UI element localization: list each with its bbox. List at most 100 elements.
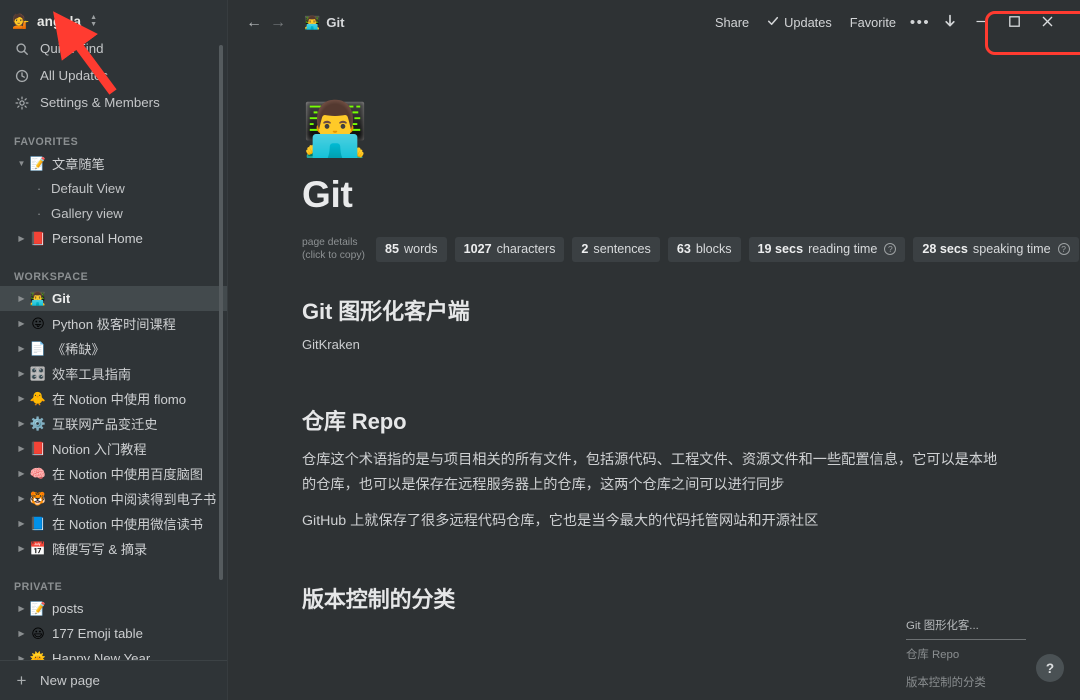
page-title[interactable]: Git (302, 174, 1002, 216)
page-emoji-icon: 📅 (29, 541, 47, 557)
toc-item[interactable]: 仓库 Repo (906, 640, 1026, 668)
close-icon (1041, 15, 1054, 31)
info-icon[interactable]: ? (884, 243, 896, 255)
arrow-left-icon: ← (246, 14, 262, 32)
favorite-label: Favorite (850, 15, 896, 30)
chevron-right-icon[interactable]: ▶ (14, 654, 29, 660)
page-emoji-icon: 📘 (29, 516, 47, 532)
chevron-right-icon[interactable]: ▶ (14, 519, 29, 528)
sidebar-view-item[interactable]: ·Gallery view (0, 201, 227, 226)
chevron-right-icon[interactable]: ▶ (14, 444, 29, 453)
sidebar-page-item[interactable]: ▶😛Python 极客时间课程 (0, 311, 227, 336)
sidebar-page-item[interactable]: ▶📝posts (0, 596, 227, 621)
chevron-down-icon[interactable]: ▼ (14, 159, 29, 168)
workspace-name: angola (37, 14, 81, 29)
chevron-right-icon[interactable]: ▶ (14, 344, 29, 353)
sidebar-item-settings-members[interactable]: Settings & Members (0, 89, 227, 116)
content-heading[interactable]: 版本控制的分类 (302, 582, 1002, 614)
chevron-updown-icon: ▲▼ (90, 15, 97, 28)
page-details-label-line2: (click to copy) (302, 249, 365, 262)
window-maximize-button[interactable] (998, 8, 1031, 38)
content-heading[interactable]: 仓库 Repo (302, 404, 1002, 436)
page-emoji-icon: 🧠 (29, 466, 47, 482)
content-paragraph[interactable]: 仓库这个术语指的是与项目相关的所有文件，包括源代码、工程文件、资源文件和一些配置… (302, 448, 1002, 497)
sidebar-page-item[interactable]: ▶🌞Happy New Year (0, 646, 227, 660)
sidebar-item-label: 177 Emoji table (52, 626, 143, 641)
chevron-right-icon[interactable]: ▶ (14, 494, 29, 503)
share-button[interactable]: Share (706, 10, 758, 36)
stat-pill[interactable]: 2sentences (572, 237, 659, 262)
chevron-right-icon[interactable]: ▶ (14, 604, 29, 613)
help-button[interactable]: ? (1036, 654, 1064, 682)
sidebar-page-item[interactable]: ▶🐯在 Notion 中阅读得到电子书 (0, 486, 227, 511)
chevron-right-icon[interactable]: ▶ (14, 629, 29, 638)
chevron-right-icon[interactable]: ▶ (14, 419, 29, 428)
back-button[interactable]: ← (242, 11, 266, 35)
sidebar-page-item[interactable]: ▶📘在 Notion 中使用微信读书 (0, 511, 227, 536)
sidebar-page-item[interactable]: ▶📕Notion 入门教程 (0, 436, 227, 461)
updates-button[interactable]: Updates (758, 10, 841, 36)
content-heading[interactable]: Git 图形化客户端 (302, 294, 1002, 326)
sidebar-section-title: PRIVATE (0, 571, 227, 593)
sidebar-scroll-area[interactable]: 💁 angola ▲▼ Quick Find All Updates (0, 0, 227, 660)
forward-button[interactable]: → (266, 11, 290, 35)
favorite-button[interactable]: Favorite (841, 10, 905, 36)
info-icon[interactable]: ? (1058, 243, 1070, 255)
page-emoji-icon: 😛 (29, 316, 47, 332)
sidebar-view-item[interactable]: · Default View (0, 176, 227, 201)
window-minimize-button[interactable] (965, 8, 998, 38)
sidebar-item-quick-find[interactable]: Quick Find (0, 35, 227, 62)
sidebar-page-item[interactable]: ▶⚙️互联网产品变迁史 (0, 411, 227, 436)
more-options-button[interactable]: ••• (905, 9, 935, 37)
toc-item[interactable]: Git 图形化客... (906, 611, 1026, 640)
clock-icon (14, 68, 29, 83)
sidebar-item-label: Happy New Year (52, 651, 150, 660)
content-paragraph[interactable]: GitKraken (302, 334, 1002, 356)
page-emoji-icon: 📕 (29, 441, 47, 457)
content-paragraph[interactable]: GitHub 上就保存了很多远程代码仓库，它也是当今最大的代码托管网站和开源社区 (302, 509, 1002, 533)
stat-value: 63 (677, 242, 691, 256)
sidebar-page-item[interactable]: ▶👨‍💻Git (0, 286, 227, 311)
stat-pill[interactable]: 28 secsspeaking time? (913, 237, 1078, 262)
arrow-down-icon (944, 14, 956, 31)
sidebar-page-item[interactable]: ▶📅随便写写 & 摘录 (0, 536, 227, 561)
sidebar-page-item[interactable]: ▶📕Personal Home (0, 226, 227, 251)
chevron-right-icon[interactable]: ▶ (14, 394, 29, 403)
page-emoji-icon: 📝 (29, 156, 47, 172)
chevron-right-icon[interactable]: ▶ (14, 469, 29, 478)
sidebar-page-item[interactable]: ▶📄《稀缺》 (0, 336, 227, 361)
stat-value: 28 secs (922, 242, 968, 256)
sidebar-item-label: All Updates (40, 68, 108, 83)
sidebar-page-item[interactable]: ▶🎛️效率工具指南 (0, 361, 227, 386)
sidebar-page-item[interactable]: ▶🐥在 Notion 中使用 flomo (0, 386, 227, 411)
stat-unit: words (404, 242, 438, 256)
sidebar-item-label: Default View (51, 181, 125, 196)
chevron-right-icon[interactable]: ▶ (14, 369, 29, 378)
breadcrumb[interactable]: 👨‍💻 Git (298, 13, 351, 33)
bullet-icon: · (33, 181, 45, 196)
page-details-bar: page details (click to copy) 85words1027… (302, 236, 1002, 262)
stat-pill[interactable]: 63blocks (668, 237, 741, 262)
sidebar-item-label: Personal Home (52, 231, 143, 246)
stat-pill[interactable]: 1027characters (455, 237, 565, 262)
workspace-switcher[interactable]: 💁 angola ▲▼ (0, 7, 227, 35)
sidebar-page-item[interactable]: ▶🧠在 Notion 中使用百度脑图 (0, 461, 227, 486)
download-button[interactable] (935, 9, 965, 37)
stat-pill[interactable]: 85words (376, 237, 447, 262)
share-label: Share (715, 15, 749, 30)
sidebar-item-label: Gallery view (51, 206, 123, 221)
stat-pill[interactable]: 19 secsreading time? (749, 237, 906, 262)
page-icon[interactable]: 👨‍💻 (302, 103, 1002, 156)
chevron-right-icon[interactable]: ▶ (14, 294, 29, 303)
sidebar-item-label: posts (52, 601, 84, 616)
sidebar-page-item[interactable]: ▼📝文章随笔 (0, 151, 227, 176)
new-page-button[interactable]: + New page (0, 660, 227, 700)
chevron-right-icon[interactable]: ▶ (14, 234, 29, 243)
sidebar-scrollbar[interactable] (219, 45, 223, 580)
chevron-right-icon[interactable]: ▶ (14, 544, 29, 553)
sidebar-item-all-updates[interactable]: All Updates (0, 62, 227, 89)
toc-item[interactable]: 版本控制的分类 (906, 668, 1026, 696)
sidebar-page-item[interactable]: ▶😃177 Emoji table (0, 621, 227, 646)
chevron-right-icon[interactable]: ▶ (14, 319, 29, 328)
window-close-button[interactable] (1031, 8, 1064, 38)
